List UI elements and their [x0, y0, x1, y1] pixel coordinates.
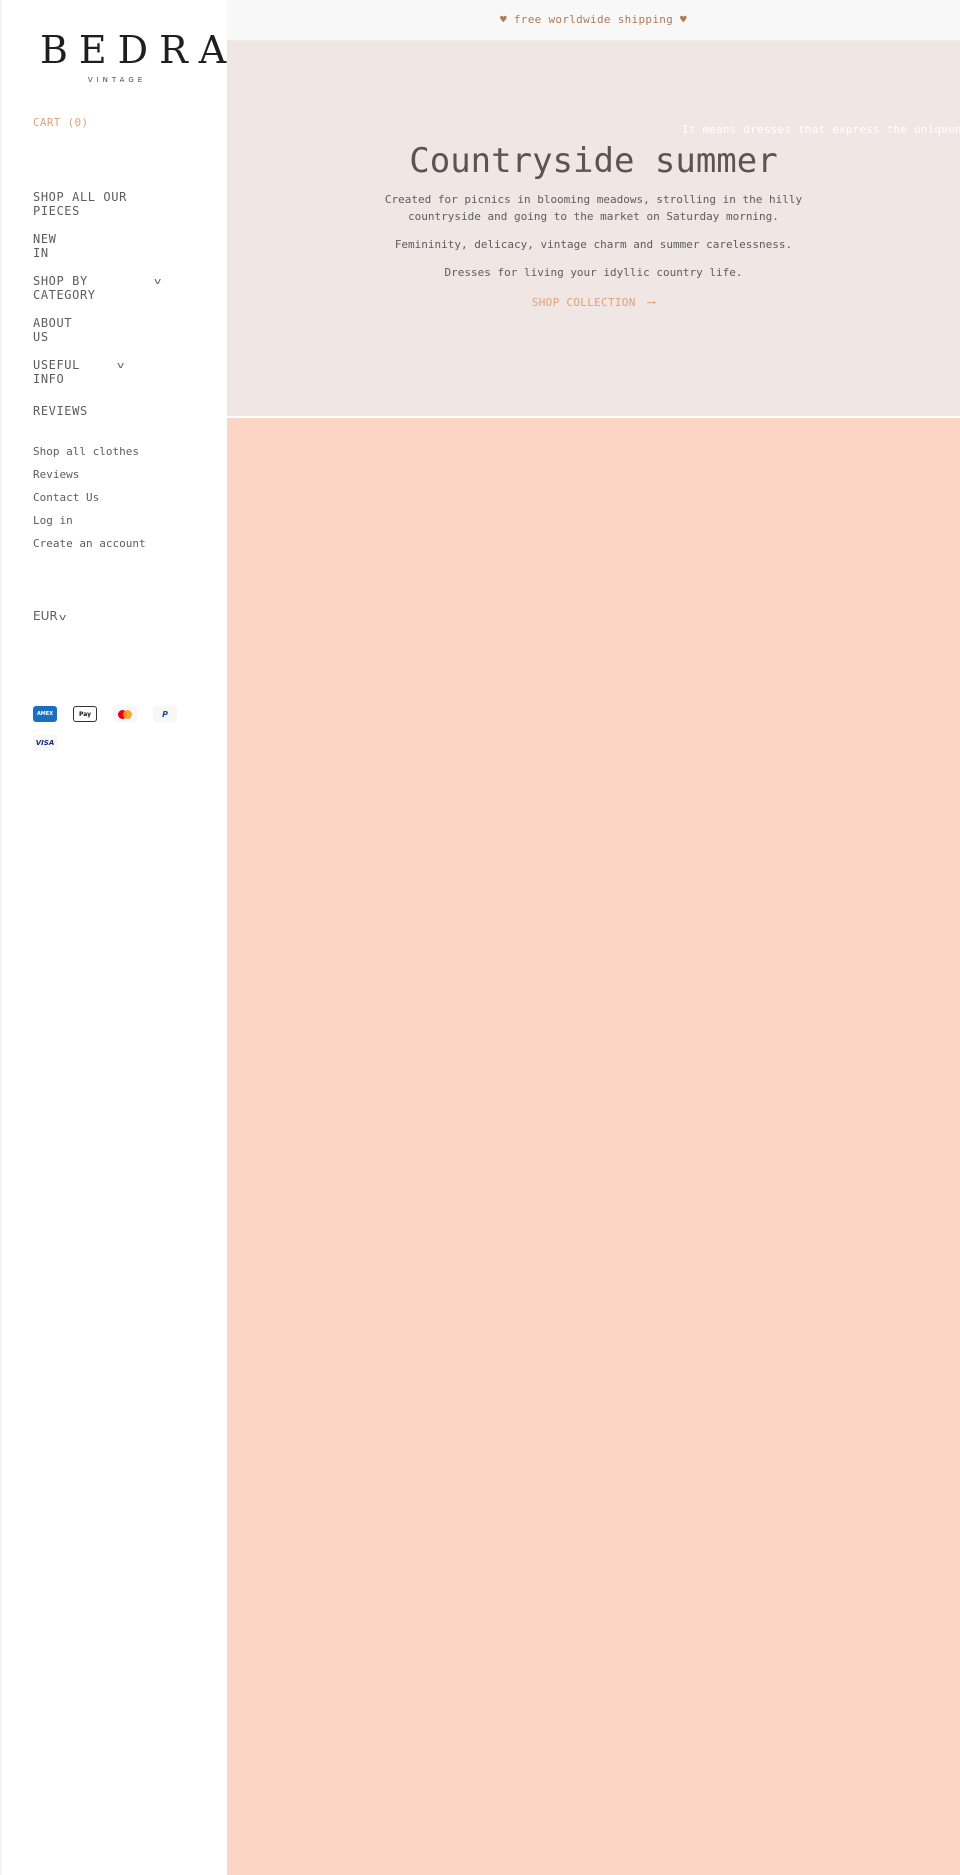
- shop-collection-button[interactable]: SHOP COLLECTION ⟶: [532, 295, 655, 309]
- nav-item-shop-by-category[interactable]: SHOP BY CATEGORY v: [33, 274, 193, 303]
- link-log-in[interactable]: Log in: [33, 513, 146, 528]
- link-contact-us[interactable]: Contact Us: [33, 490, 146, 505]
- nav-label: SHOP BY CATEGORY: [33, 274, 96, 302]
- chevron-down-icon[interactable]: v: [154, 277, 162, 287]
- hero-content: Countryside summer Created for picnics i…: [227, 141, 960, 310]
- marquee-text: It means dresses that express the unique…: [682, 123, 960, 136]
- announcement-bar: ♥ free worldwide shipping ♥: [227, 0, 960, 41]
- logo-name: BEDRA: [40, 28, 238, 72]
- chevron-down-icon[interactable]: v: [117, 361, 125, 371]
- announcement-text: ♥ free worldwide shipping ♥: [500, 13, 687, 26]
- featured-section: [227, 418, 960, 1875]
- nav-label: REVIEWS: [33, 404, 88, 418]
- arrow-right-icon: ⟶: [647, 295, 656, 309]
- logo-tagline: VINTAGE: [87, 76, 147, 84]
- main-nav: SHOP ALL OUR PIECES NEW IN SHOP BY CATEG…: [33, 190, 193, 432]
- amex-icon: AMEX: [33, 706, 57, 722]
- cart-link[interactable]: CART (0): [33, 116, 88, 129]
- hero-paragraph: Dresses for living your idyllic country …: [444, 266, 743, 279]
- hero-paragraph: Femininity, delicacy, vintage charm and …: [394, 238, 793, 251]
- currency-value: EUR: [33, 609, 58, 623]
- nav-item-shop-all[interactable]: SHOP ALL OUR PIECES: [33, 190, 193, 219]
- nav-label: SHOP ALL OUR PIECES: [33, 190, 127, 218]
- nav-item-reviews[interactable]: REVIEWS: [33, 400, 193, 419]
- hero-paragraph: Created for picnics in blooming meadows,…: [384, 193, 803, 223]
- hero-section: It means dresses that express the unique…: [227, 41, 960, 417]
- visa-icon: VISA: [33, 735, 57, 751]
- sidebar: BEDRA VINTAGE CART (0) SHOP ALL OUR PIEC…: [0, 0, 227, 1875]
- nav-item-about-us[interactable]: ABOUT US: [33, 316, 193, 345]
- mastercard-icon: [113, 706, 137, 722]
- apple-pay-icon: Pay: [73, 706, 97, 722]
- secondary-nav: Shop all clothes Reviews Contact Us Log …: [33, 444, 146, 559]
- paypal-icon: P: [153, 706, 177, 722]
- link-create-account[interactable]: Create an account: [33, 536, 146, 551]
- link-shop-all-clothes[interactable]: Shop all clothes: [33, 444, 146, 459]
- nav-item-useful-info[interactable]: USEFUL INFO v: [33, 358, 193, 387]
- link-reviews[interactable]: Reviews: [33, 467, 146, 482]
- nav-label: USEFUL INFO: [33, 358, 80, 386]
- nav-label: ABOUT US: [33, 316, 73, 344]
- cta-label: SHOP COLLECTION: [531, 296, 636, 309]
- hero-title: Countryside summer: [409, 141, 778, 181]
- chevron-down-icon: v: [58, 613, 67, 623]
- nav-item-new-in[interactable]: NEW IN: [33, 232, 193, 261]
- currency-selector[interactable]: EURv: [33, 609, 67, 623]
- nav-label: NEW IN: [33, 232, 57, 260]
- brand-logo[interactable]: BEDRA VINTAGE: [34, 28, 238, 84]
